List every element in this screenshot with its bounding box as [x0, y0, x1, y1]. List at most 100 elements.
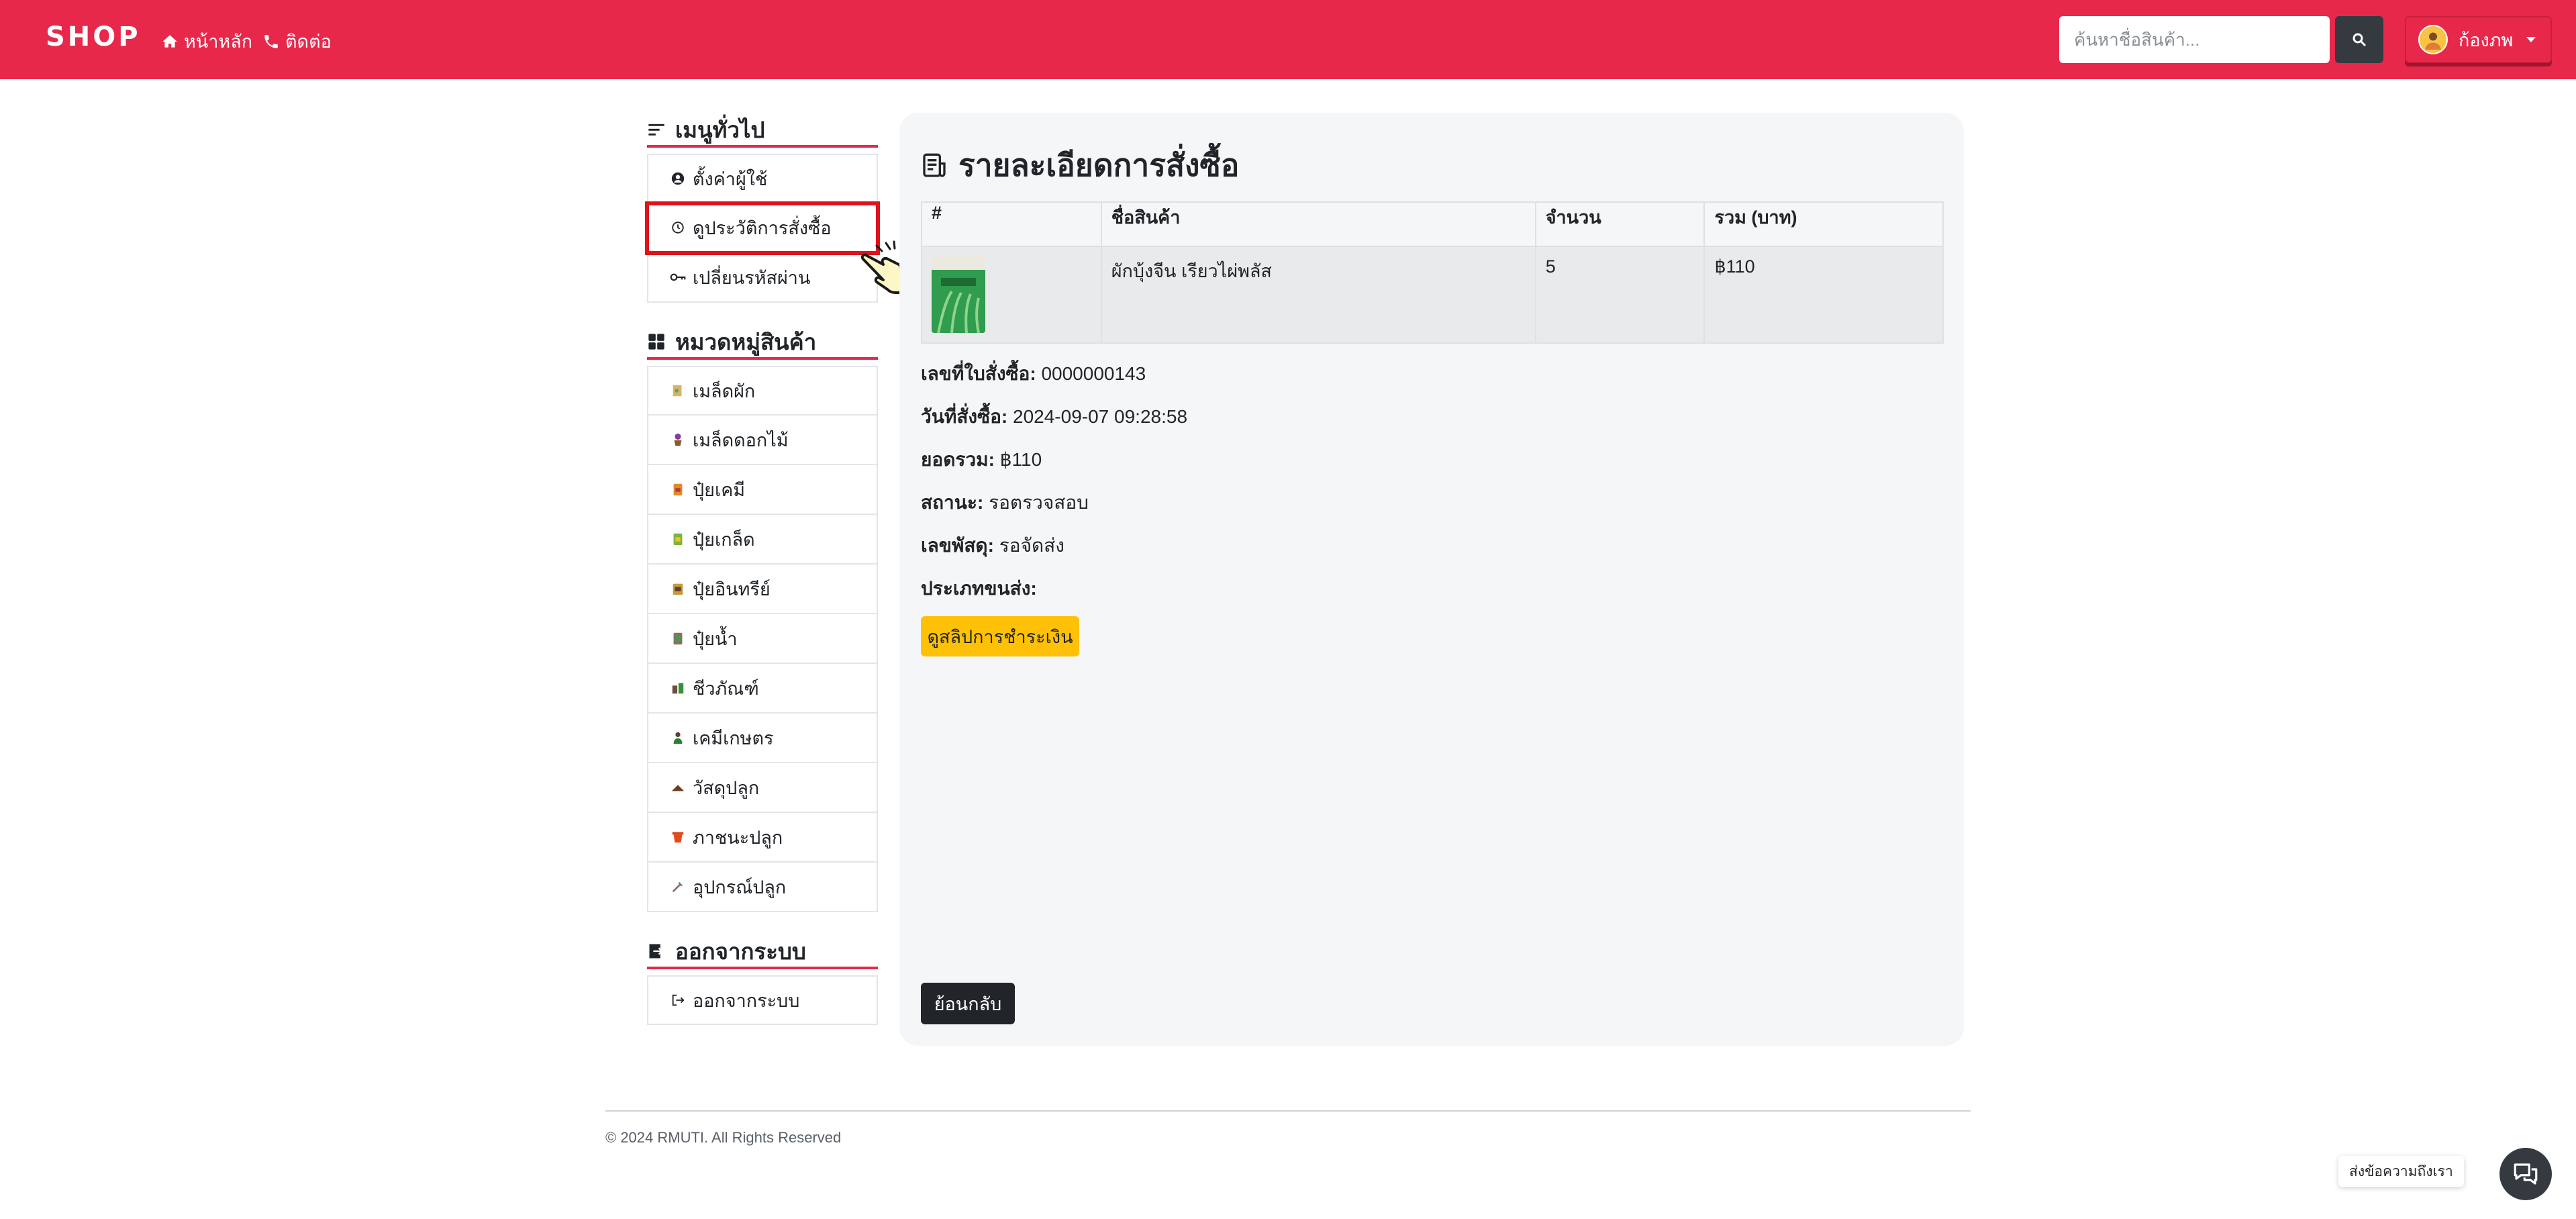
page-title-text: รายละเอียดการสั่งซื้อ	[958, 148, 1240, 183]
pot-icon	[670, 829, 686, 845]
order-total-value: ฿110	[999, 449, 1042, 470]
sidebar-item-label: ปุ๋ยอินทรีย์	[693, 579, 771, 599]
order-number-value: 0000000143	[1041, 363, 1146, 384]
avatar	[2418, 25, 2448, 54]
heading-underline	[647, 967, 878, 969]
sidebar-item-farm-chemicals[interactable]: เคมีเกษตร	[647, 714, 878, 763]
history-icon	[670, 220, 686, 236]
sidebar-item-user-settings[interactable]: ตั้งค่าผู้ใช้	[647, 154, 878, 203]
sidebar-item-planting-materials[interactable]: วัสดุปลูก	[647, 763, 878, 813]
sidebar-item-label: วัสดุปลูก	[693, 777, 760, 798]
logout-title: ออกจากระบบ	[675, 938, 806, 964]
order-status-label: สถานะ:	[921, 492, 984, 513]
order-status-value: รอตรวจสอบ	[989, 492, 1089, 513]
sidebar-item-planting-tools[interactable]: อุปกรณ์ปลูก	[647, 863, 878, 912]
category-heading: หมวดหมู่สินค้า	[647, 324, 878, 360]
seed-packet-icon	[670, 383, 686, 399]
organic-fertilizer-icon	[670, 581, 686, 597]
col-header-product: ชื่อสินค้า	[1100, 201, 1536, 247]
general-menu-list: ตั้งค่าผู้ใช้ ดูประวัติการสั่งซื้อ เปลี่…	[645, 154, 880, 303]
logout-door-icon	[649, 944, 663, 959]
order-date-value: 2024-09-07 09:28:58	[1013, 406, 1188, 427]
user-menu-button[interactable]: ก้องภพ	[2405, 16, 2552, 63]
tool-icon	[670, 879, 686, 895]
search-button[interactable]	[2335, 16, 2383, 63]
footer-divider	[605, 1110, 1971, 1112]
tracking-value: รอจัดส่ง	[999, 535, 1064, 556]
sidebar-item-label: ดูประวัติการสั่งซื้อ	[693, 217, 832, 238]
sidebar-item-order-history[interactable]: ดูประวัติการสั่งซื้อ	[645, 201, 880, 255]
sidebar-item-label: ปุ๋ยเกล็ด	[693, 529, 755, 550]
sidebar-item-vegetable-seeds[interactable]: เมล็ดผัก	[647, 366, 878, 416]
sidebar-item-planting-containers[interactable]: ภาชนะปลูก	[647, 813, 878, 863]
order-date-line: วันที่สั่งซื้อ: 2024-09-07 09:28:58	[921, 402, 1187, 432]
product-name-cell: ผักบุ้งจีน เรียวไผ่พลัส	[1100, 246, 1536, 344]
sidebar-item-label: ปุ๋ยเคมี	[693, 479, 746, 500]
sidebar-item-flower-seeds[interactable]: เมล็ดดอกไม้	[647, 416, 878, 465]
sidebar-item-chemical-fertilizer[interactable]: ปุ๋ยเคมี	[647, 465, 878, 515]
search-icon	[2352, 33, 2367, 47]
sidebar-item-change-password[interactable]: เปลี่ยนรหัสผ่าน	[647, 253, 878, 303]
flower-pot-icon	[670, 432, 686, 448]
total-cell: ฿110	[1703, 246, 1944, 344]
page-title: รายละเอียดการสั่งซื้อ	[921, 141, 1239, 190]
search-input[interactable]	[2059, 16, 2330, 63]
shipping-type-label: ประเภทขนส่ง:	[921, 578, 1037, 599]
sign-out-icon	[670, 992, 686, 1008]
order-number-line: เลขที่ใบสั่งซื้อ: 0000000143	[921, 359, 1146, 389]
back-button[interactable]: ย้อนกลับ	[921, 983, 1015, 1024]
seed-packet-image-icon	[932, 255, 985, 333]
grid-icon	[648, 334, 664, 350]
heading-underline	[647, 357, 878, 360]
sidebar-item-label: ภาชนะปลูก	[693, 827, 783, 848]
category-list: เมล็ดผัก เมล็ดดอกไม้ ปุ๋ยเคมี ปุ๋ยเกล็ด …	[647, 366, 878, 912]
user-avatar-icon	[2425, 32, 2441, 50]
order-items-table: # ชื่อสินค้า จำนวน รวม (บาท) ผักบุ้งจีน …	[921, 201, 1944, 344]
sidebar-item-organic-fertilizer[interactable]: ปุ๋ยอินทรีย์	[647, 565, 878, 614]
order-number-label: เลขที่ใบสั่งซื้อ:	[921, 363, 1036, 384]
quantity-cell: 5	[1534, 246, 1705, 344]
sidebar-item-label: อุปกรณ์ปลูก	[693, 877, 787, 897]
logout-heading: ออกจากระบบ	[647, 933, 878, 969]
footer-copyright: © 2024 RMUTI. All Rights Reserved	[605, 1129, 842, 1146]
brand-logo[interactable]: SHOP	[46, 21, 141, 52]
sidebar-item-label: ตั้งค่าผู้ใช้	[693, 168, 768, 189]
nav-contact-link[interactable]: ติดต่อ	[262, 27, 332, 56]
sidebar-item-bio-products[interactable]: ชีวภัณฑ์	[647, 664, 878, 714]
sidebar-item-label: ชีวภัณฑ์	[693, 678, 759, 699]
nav-home-label: หน้าหลัก	[184, 32, 253, 52]
order-total-line: ยอดรวม: ฿110	[921, 445, 1042, 475]
col-header-total: รวม (บาท)	[1703, 201, 1944, 247]
menu-lines-icon	[648, 124, 664, 136]
sidebar-item-label: เมล็ดผัก	[693, 381, 756, 401]
chevron-down-icon	[2526, 37, 2536, 42]
key-icon	[670, 269, 686, 285]
chat-button[interactable]	[2499, 1148, 2552, 1200]
fertilizer-flakes-icon	[670, 531, 686, 547]
order-date-label: วันที่สั่งซื้อ:	[921, 406, 1008, 427]
sidebar-item-flake-fertilizer[interactable]: ปุ๋ยเกล็ด	[647, 515, 878, 565]
chat-label[interactable]: ส่งข้อความถึงเรา	[2338, 1156, 2464, 1187]
col-header-index: #	[921, 201, 1102, 247]
nav-home-link[interactable]: หน้าหลัก	[161, 27, 252, 56]
sidebar-item-liquid-fertilizer[interactable]: ปุ๋ยน้ำ	[647, 614, 878, 664]
table-row: ผักบุ้งจีน เรียวไผ่พลัส 5 ฿110	[921, 246, 1944, 344]
product-image[interactable]	[932, 255, 985, 333]
sidebar-item-label: ออกจากระบบ	[693, 990, 800, 1011]
sidebar-item-label: ปุ๋ยน้ำ	[693, 628, 738, 649]
farm-chemical-icon	[670, 730, 686, 746]
col-header-quantity: จำนวน	[1534, 201, 1705, 247]
heading-underline	[647, 145, 878, 148]
view-payment-slip-button[interactable]: ดูสลิปการชำระเงิน	[921, 616, 1079, 656]
fertilizer-bag-icon	[670, 481, 686, 497]
sidebar-item-label: เคมีเกษตร	[693, 728, 774, 748]
product-image-cell	[921, 246, 1102, 344]
phone-icon	[264, 34, 278, 48]
sidebar-item-logout[interactable]: ออกจากระบบ	[647, 975, 878, 1025]
user-name: ก้องภพ	[2459, 30, 2514, 50]
category-title: หมวดหมู่สินค้า	[675, 329, 817, 354]
soil-icon	[670, 779, 686, 795]
order-status-line: สถานะ: รอตรวจสอบ	[921, 488, 1089, 518]
nav-contact-label: ติดต่อ	[285, 32, 332, 52]
tracking-label: เลขพัสดุ:	[921, 535, 994, 556]
